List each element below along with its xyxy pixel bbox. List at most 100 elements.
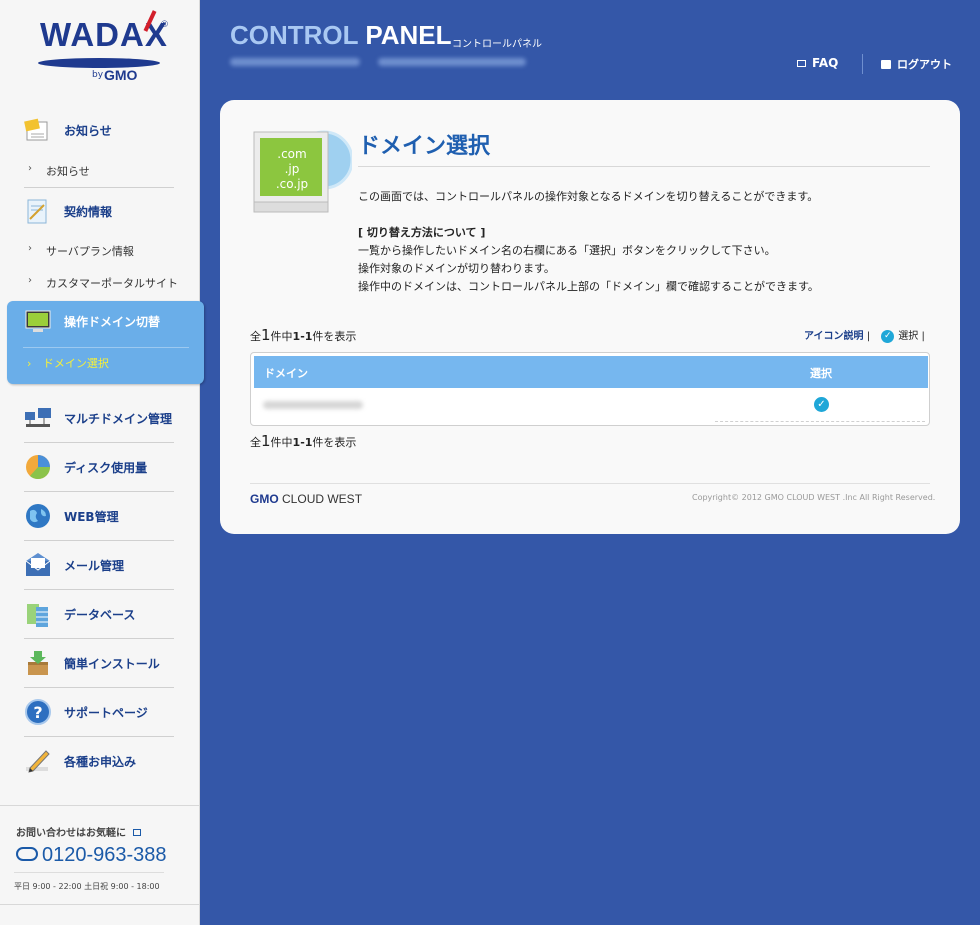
divider <box>24 736 174 737</box>
menu-support-label: サポートページ <box>64 706 148 720</box>
menu-domain-switch-header[interactable]: 操作ドメイン切替 <box>0 301 200 341</box>
result-count: 全1件中1-1件を表示 <box>250 326 356 344</box>
logo-swoosh <box>38 58 160 68</box>
col-domain-header: ドメイン <box>264 367 308 380</box>
chevron-right-icon: › <box>28 275 32 286</box>
faq-label: FAQ <box>812 56 839 70</box>
menu-easy-install-label: 簡単インストール <box>64 657 160 671</box>
menu-applications-label: 各種お申込み <box>64 755 137 769</box>
divider <box>24 491 174 492</box>
app-title-part2: PANEL <box>365 20 452 50</box>
menu-domain-switch-label: 操作ドメイン切替 <box>64 315 161 329</box>
menu-applications[interactable]: 各種お申込み <box>0 741 200 781</box>
table-header: ドメイン 選択 <box>254 356 928 388</box>
sidebar-item-domain-select[interactable]: › ドメイン選択 <box>27 355 109 371</box>
redacted-account-info <box>230 58 360 66</box>
menu-multi-domain-label: マルチドメイン管理 <box>64 412 173 426</box>
contact-box: お問い合わせはお気軽に 0120-963-388 平日 9:00 - 22:00… <box>0 805 200 905</box>
count-range: 1-1 <box>292 436 313 449</box>
icon-legend: アイコン説明 | ✓ 選択 | <box>804 327 925 343</box>
howto-line-3: 操作中のドメインは、コントロールパネル上部の「ドメイン」欄で確認することができま… <box>358 280 819 293</box>
chevron-right-icon: › <box>28 243 32 254</box>
news-icon <box>24 118 48 141</box>
count-mid: 件中 <box>270 330 293 343</box>
main-panel: .com .jp .co.jp ドメイン選択 この画面では、コントロールパネルの… <box>220 100 960 534</box>
globe-icon <box>26 504 50 528</box>
sidebar-item-news[interactable]: › お知らせ <box>24 155 174 185</box>
menu-contract[interactable]: 契約情報 <box>0 191 200 231</box>
result-count-bottom: 全1件中1-1件を表示 <box>250 432 356 450</box>
howto-line-2: 操作対象のドメインが切り替わります。 <box>358 262 555 275</box>
menu-news-label: お知らせ <box>64 124 112 138</box>
count-suffix: 件を表示 <box>312 330 357 343</box>
icon-text-com: .com <box>277 147 306 161</box>
contact-phone-number: 0120-963-388 <box>42 844 167 866</box>
page-description: この画面では、コントロールパネルの操作対象となるドメインを切り替えることができま… <box>358 190 819 203</box>
faq-link[interactable]: FAQ <box>797 56 838 70</box>
logo-registered-mark: ® <box>160 20 169 30</box>
count-mid: 件中 <box>270 436 293 449</box>
chevron-right-icon: › <box>27 357 32 370</box>
menu-web-label: WEB管理 <box>64 510 119 524</box>
menu-disk-usage[interactable]: ディスク使用量 <box>0 447 200 487</box>
menu-database[interactable]: データベース <box>0 594 200 634</box>
app-title: CONTROL PANEL <box>230 20 452 51</box>
divider <box>24 687 174 688</box>
redacted-domain-info <box>378 58 526 66</box>
database-icon <box>27 604 48 627</box>
menu-domain-switch[interactable]: 操作ドメイン切替 › ドメイン選択 <box>7 301 204 384</box>
title-divider <box>358 166 930 167</box>
contact-hours: 平日 9:00 - 22:00 土日祝 9:00 - 18:00 <box>14 882 160 891</box>
legend-separator: | <box>866 331 871 342</box>
menu-multi-domain[interactable]: マルチドメイン管理 <box>0 398 200 438</box>
divider <box>24 540 174 541</box>
wadax-logo[interactable]: WADAX ® by GMO <box>30 10 180 90</box>
faq-icon <box>797 60 806 67</box>
copyright-text: Copyright© 2012 GMO CLOUD WEST .Inc All … <box>692 493 936 502</box>
divider <box>23 347 189 348</box>
divider <box>24 442 174 443</box>
howto-line-1: 一覧から操作したいドメイン名の右欄にある「選択」ボタンをクリックして下さい。 <box>358 244 776 257</box>
menu-easy-install[interactable]: 簡単インストール <box>0 643 200 683</box>
contact-title-text: お問い合わせはお気軽に <box>16 828 126 839</box>
divider <box>24 589 174 590</box>
select-domain-button[interactable]: ✓ <box>814 397 829 412</box>
menu-disk-usage-label: ディスク使用量 <box>64 461 148 475</box>
divider <box>24 187 174 188</box>
help-icon: ? <box>25 699 51 725</box>
sidebar-item-customer-portal-label: カスタマーポータルサイト <box>46 277 178 290</box>
sidebar-item-server-plan[interactable]: › サーバプラン情報 <box>24 235 174 265</box>
sidebar-item-news-label: お知らせ <box>46 165 90 178</box>
redacted-domain-name <box>263 401 363 409</box>
count-range: 1-1 <box>292 330 313 343</box>
domain-table: ドメイン 選択 ✓ <box>250 352 930 426</box>
icon-text-jp: .jp <box>285 162 300 176</box>
divider <box>24 638 174 639</box>
sidebar-item-domain-select-label: ドメイン選択 <box>42 357 109 370</box>
menu-contract-label: 契約情報 <box>64 205 113 219</box>
logout-link[interactable]: ログアウト <box>881 56 952 72</box>
gmo-cloud-west-logo: GMO CLOUD WEST <box>250 492 362 506</box>
logo-gmo: GMO <box>104 67 138 83</box>
menu-database-label: データベース <box>64 608 136 622</box>
menu-web[interactable]: WEB管理 <box>0 496 200 536</box>
count-suffix: 件を表示 <box>312 436 357 449</box>
count-total: 1 <box>261 326 271 344</box>
sidebar: WADAX ® by GMO お知らせ › お知らせ 契約情報 › サーバプラン… <box>0 0 204 925</box>
chevron-right-icon: › <box>28 163 32 174</box>
icon-legend-link[interactable]: アイコン説明 <box>804 331 864 342</box>
howto-title: [ 切り替え方法について ] <box>358 226 486 239</box>
sidebar-item-customer-portal[interactable]: › カスタマーポータルサイト <box>24 267 194 297</box>
icon-text-cojp: .co.jp <box>276 177 308 191</box>
domain-monitor-icon: .com .jp .co.jp <box>253 130 352 213</box>
app-title-part1: CONTROL <box>230 20 359 50</box>
col-select-header: 選択 <box>810 367 832 380</box>
header-divider <box>862 54 863 74</box>
menu-mail[interactable]: メール管理 <box>0 545 200 585</box>
page-title: ドメイン選択 <box>358 134 491 159</box>
menu-news[interactable]: お知らせ <box>0 110 200 150</box>
external-link-icon <box>133 829 142 836</box>
contact-title[interactable]: お問い合わせはお気軽に <box>16 824 142 839</box>
logo-by: by <box>92 70 104 80</box>
menu-support[interactable]: ? サポートページ <box>0 692 200 732</box>
